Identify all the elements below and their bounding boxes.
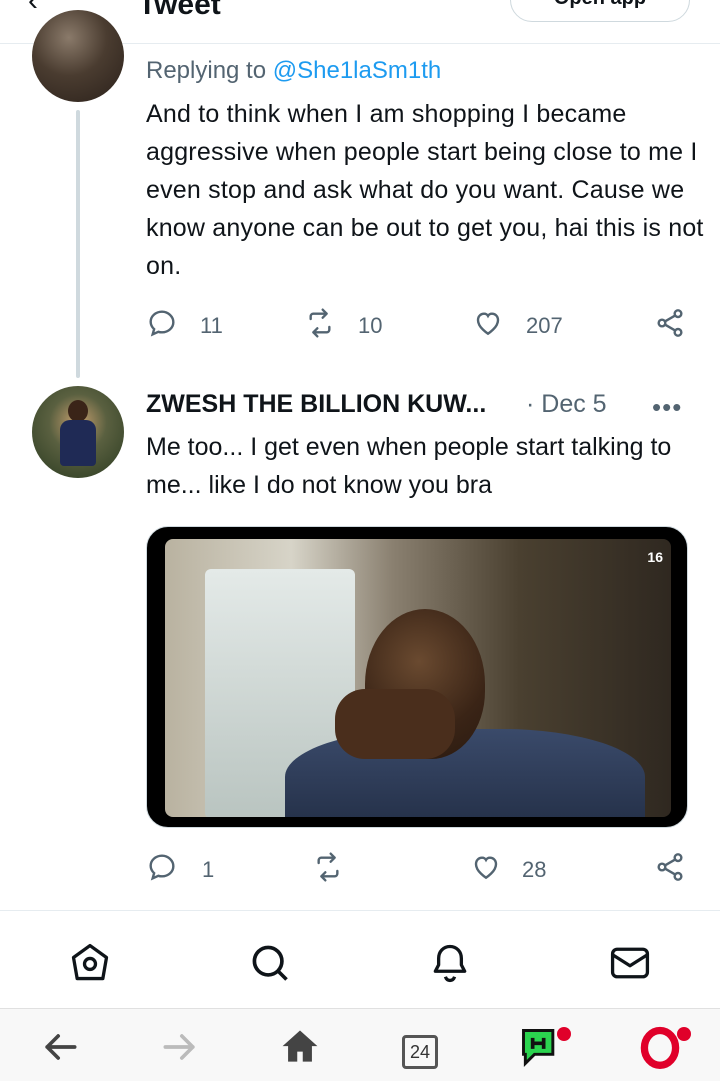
page-title: Tweet xyxy=(138,0,221,21)
tweet-text: And to think when I am shopping I became… xyxy=(146,100,704,280)
replying-handle-link[interactable]: @She1laSm1th xyxy=(273,57,441,84)
replying-prefix: Replying to xyxy=(146,57,267,84)
reply-icon xyxy=(146,307,178,345)
search-icon[interactable] xyxy=(248,941,292,985)
reply-button[interactable]: 1 xyxy=(146,850,214,890)
tabs-icon[interactable]: 24 xyxy=(402,1035,438,1069)
notifications-icon[interactable] xyxy=(428,941,472,985)
tweet-text: Me too... I get even when people start t… xyxy=(146,433,672,499)
retweet-icon xyxy=(304,307,336,345)
share-icon xyxy=(654,851,686,889)
share-button[interactable] xyxy=(654,850,686,890)
avatar[interactable] xyxy=(32,386,124,478)
share-button[interactable] xyxy=(654,306,686,346)
reply-icon xyxy=(146,851,178,889)
forward-arrow-icon[interactable] xyxy=(156,1023,204,1071)
open-app-button[interactable]: Open app xyxy=(510,0,690,22)
notification-dot xyxy=(557,1027,571,1041)
media-badge: 16 xyxy=(647,549,663,565)
notification-dot xyxy=(677,1027,691,1041)
reply-count: 1 xyxy=(202,857,215,882)
heart-icon xyxy=(472,307,504,345)
tweet-actions: 1 28 xyxy=(146,850,696,890)
replying-to: Replying to @She1laSm1th xyxy=(146,57,441,85)
tweet-actions: 11 10 207 xyxy=(146,306,696,346)
avatar[interactable] xyxy=(32,10,124,102)
author-name[interactable]: ZWESH THE BILLION KUW... xyxy=(146,390,486,419)
back-arrow-icon[interactable] xyxy=(36,1023,84,1071)
share-icon xyxy=(654,307,686,345)
browser-toolbar: 24 xyxy=(0,1008,720,1081)
reply-count: 11 xyxy=(200,313,223,338)
like-count: 207 xyxy=(526,313,563,338)
tweet-media-image[interactable]: 16 xyxy=(146,526,688,828)
retweet-button[interactable]: 10 xyxy=(304,306,382,346)
like-button[interactable]: 207 xyxy=(472,306,563,346)
thread-line xyxy=(76,110,80,378)
heart-icon xyxy=(470,851,502,889)
more-options-icon[interactable]: ••• xyxy=(652,392,682,423)
twitter-bottom-nav xyxy=(0,910,720,1008)
retweet-icon xyxy=(312,851,344,889)
tweet-date[interactable]: · Dec 5 xyxy=(526,390,607,419)
like-button[interactable]: 28 xyxy=(470,850,546,890)
home-icon[interactable] xyxy=(68,941,112,985)
like-count: 28 xyxy=(522,857,547,882)
messages-icon[interactable] xyxy=(608,941,652,985)
home-icon[interactable] xyxy=(276,1023,324,1071)
retweet-count: 10 xyxy=(358,313,383,338)
reply-button[interactable]: 11 xyxy=(146,306,223,346)
back-arrow-icon[interactable]: ‹ xyxy=(28,0,38,18)
retweet-button[interactable] xyxy=(312,850,366,890)
